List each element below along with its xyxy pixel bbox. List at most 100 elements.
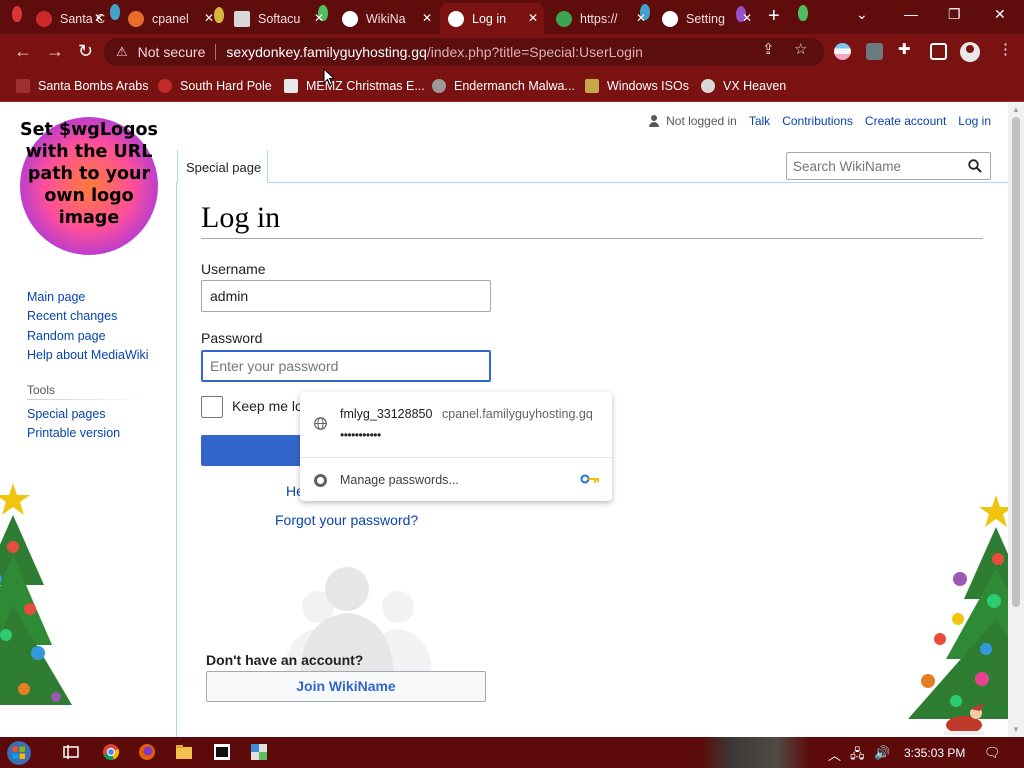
bookmark-item[interactable]: MEMZ Christmas E... [284, 76, 425, 96]
close-window-icon[interactable]: ✕ [994, 6, 1006, 23]
scrollbar-thumb[interactable] [1012, 117, 1020, 607]
7zip-icon[interactable] [213, 743, 231, 761]
taskbar-clock[interactable]: 3:35:03 PM [904, 746, 965, 760]
browser-tab-active[interactable]: Log in ✕ [440, 3, 544, 34]
nav-random-page[interactable]: Random page [27, 329, 106, 343]
profile-avatar-icon[interactable] [960, 42, 980, 62]
nav-help[interactable]: Help about MediaWiki [27, 348, 149, 362]
tab-search-chevron-icon[interactable]: ⌄ [856, 6, 868, 23]
christmas-tree-left [0, 483, 72, 705]
manage-passwords-item[interactable]: Manage passwords... [340, 473, 459, 487]
personal-tools: Not logged in Talk Contributions Create … [648, 114, 991, 128]
tab-title: Softacu [258, 11, 301, 26]
saved-username[interactable]: fmlyg_33128850 [340, 407, 432, 421]
tab-special-page[interactable]: Special page [177, 150, 268, 183]
tab-close-icon[interactable]: ✕ [204, 11, 214, 25]
tab-close-icon[interactable]: ✕ [742, 11, 752, 25]
chrome-taskbar-icon[interactable] [102, 743, 120, 761]
address-bar[interactable]: ⚠ Not secure sexydonkey.familyguyhosting… [104, 38, 824, 66]
globe-icon [448, 10, 464, 27]
search-icon[interactable] [968, 159, 982, 173]
page-scrollbar[interactable]: ▲ ▼ [1008, 103, 1024, 737]
network-app-icon[interactable] [250, 743, 268, 761]
network-icon[interactable]: 🖧 [850, 745, 865, 767]
globe-icon [314, 417, 327, 430]
back-arrow-icon[interactable]: ← [14, 42, 32, 60]
bookmark-item[interactable]: Santa Bombs Arabs [16, 76, 148, 96]
create-account-link[interactable]: Create account [865, 114, 946, 128]
scroll-down-arrow-icon[interactable]: ▼ [1012, 725, 1020, 734]
volume-icon[interactable]: 🔊 [874, 745, 890, 761]
url-path[interactable]: /index.php?title=Special:UserLogin [427, 44, 643, 60]
browser-tab[interactable]: https:// ✕ [548, 3, 652, 34]
tab-close-icon[interactable]: ✕ [636, 11, 646, 25]
log-in-link[interactable]: Log in [958, 114, 991, 128]
bookmark-star-icon[interactable]: ☆ [794, 40, 807, 58]
bookmark-item[interactable]: Windows ISOs [585, 76, 689, 96]
globe-icon [342, 10, 358, 27]
file-explorer-icon[interactable] [175, 743, 193, 761]
remember-me-label[interactable]: Keep me lo [232, 398, 302, 414]
saved-password-mask[interactable]: ••••••••••• [340, 428, 381, 442]
warning-triangle-icon[interactable]: ⚠ [116, 44, 128, 60]
bookmark-item[interactable]: South Hard Pole [158, 76, 272, 96]
restore-icon[interactable]: ❐ [948, 6, 961, 23]
share-icon[interactable]: ⇪ [762, 40, 775, 58]
tab-close-icon[interactable]: ✕ [94, 11, 104, 25]
nav-main-page[interactable]: Main page [27, 290, 85, 304]
reload-icon[interactable]: ↻ [78, 42, 93, 60]
contributions-link[interactable]: Contributions [782, 114, 853, 128]
remember-me-checkbox[interactable] [201, 396, 223, 418]
browser-tab[interactable]: WikiNa ✕ [334, 3, 438, 34]
bookmark-label: Santa Bombs Arabs [38, 79, 149, 93]
username-field[interactable] [201, 280, 491, 312]
chrome-icon [314, 474, 327, 487]
password-field[interactable] [201, 350, 491, 382]
tab-title: WikiNa [366, 11, 406, 26]
taskbar-background-photo [700, 737, 810, 768]
forgot-password-link[interactable]: Forgot your password? [275, 512, 418, 528]
side-panel-icon[interactable] [930, 43, 947, 60]
christmas-tree-right [908, 495, 1008, 719]
new-tab-plus-icon[interactable]: + [768, 6, 780, 26]
forward-arrow-icon[interactable]: → [46, 42, 64, 60]
bookmark-item[interactable]: VX Heaven [701, 76, 786, 96]
saved-site[interactable]: cpanel.familyguyhosting.gq [442, 407, 593, 421]
flag-extension-icon[interactable] [834, 43, 851, 60]
cpanel-favicon [128, 10, 144, 27]
tab-close-icon[interactable]: ✕ [314, 11, 324, 25]
browser-tab[interactable]: Santa C ✕ [28, 3, 110, 34]
url-host[interactable]: sexydonkey.familyguyhosting.gq [226, 44, 427, 60]
security-status[interactable]: Not secure [138, 44, 206, 60]
notifications-icon[interactable]: 🗨 [984, 745, 1001, 761]
talk-link[interactable]: Talk [749, 114, 770, 128]
tray-chevron-up-icon[interactable]: ︿ [828, 745, 841, 764]
gear-icon [662, 10, 678, 27]
password-autofill-popup[interactable]: fmlyg_33128850 cpanel.familyguyhosting.g… [300, 392, 612, 501]
search-box[interactable] [786, 152, 991, 180]
browser-tab[interactable]: cpanel ✕ [120, 3, 220, 34]
browser-tab[interactable]: Softacu ✕ [226, 3, 330, 34]
site-logo[interactable]: Set $wgLogos with the URL path to your o… [20, 117, 158, 255]
bookmark-label: Endermanch Malwa... [454, 79, 575, 93]
address-divider [215, 44, 217, 60]
search-input[interactable] [787, 153, 962, 179]
bookmark-item[interactable]: Endermanch Malwa... [432, 76, 575, 96]
tab-close-icon[interactable]: ✕ [422, 11, 432, 25]
join-wiki-button[interactable]: Join WikiName [206, 671, 486, 702]
windows-iso-icon [585, 79, 599, 93]
firefox-icon[interactable] [138, 743, 156, 761]
nav-recent-changes[interactable]: Recent changes [27, 309, 117, 323]
task-view-icon[interactable] [62, 743, 80, 761]
scroll-up-arrow-icon[interactable]: ▲ [1012, 105, 1020, 114]
tab-title: Log in [472, 11, 507, 26]
tab-close-icon[interactable]: ✕ [528, 11, 538, 25]
windows-start-icon[interactable] [6, 740, 32, 766]
tools-printable-version[interactable]: Printable version [27, 426, 120, 440]
s-extension-icon[interactable] [866, 43, 883, 60]
menu-dots-icon[interactable]: ⋮ [998, 40, 1013, 58]
extensions-puzzle-icon[interactable]: ✚ [898, 40, 911, 58]
tools-special-pages[interactable]: Special pages [27, 407, 106, 421]
browser-tab[interactable]: Setting ✕ [654, 3, 758, 34]
minimize-icon[interactable]: — [904, 6, 918, 22]
